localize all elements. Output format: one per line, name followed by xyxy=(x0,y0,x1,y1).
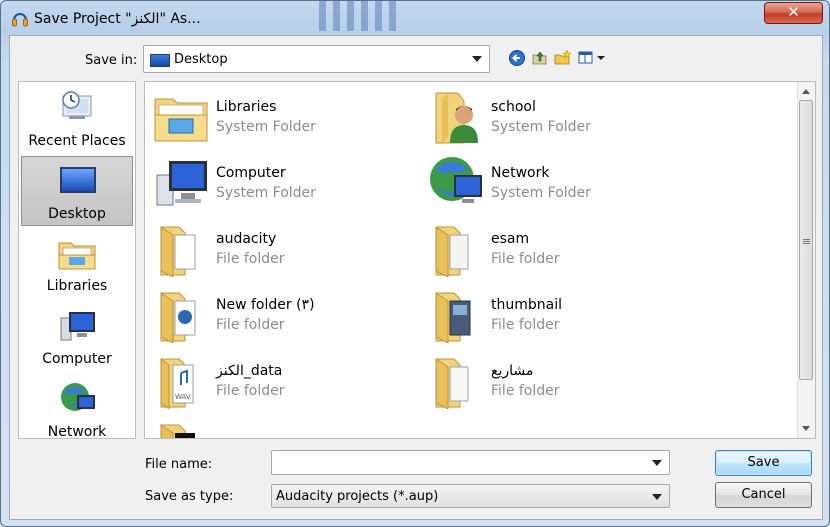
file-item[interactable]: audacity File folder xyxy=(147,218,417,278)
computer-icon xyxy=(156,161,207,206)
file-name: esam xyxy=(491,231,530,247)
folder-icon xyxy=(435,292,471,343)
place-computer[interactable]: Computer xyxy=(21,302,133,372)
file-name: audacity xyxy=(216,231,277,247)
back-icon[interactable] xyxy=(508,49,526,67)
file-name-label: File name: xyxy=(145,457,213,472)
folder-icon xyxy=(160,292,196,343)
file-name-combo[interactable] xyxy=(271,450,670,475)
file-name: school xyxy=(491,99,536,115)
computer-icon xyxy=(60,312,95,341)
file-item[interactable]: Libraries System Folder xyxy=(147,86,417,146)
file-name: Libraries xyxy=(216,99,277,115)
save-in-value: Desktop xyxy=(174,52,228,67)
file-type: File folder xyxy=(216,383,285,399)
libraries-icon xyxy=(58,242,96,270)
file-type: File folder xyxy=(491,251,560,267)
vertical-scrollbar[interactable] xyxy=(797,82,815,438)
file-name: thumbnail xyxy=(491,297,562,313)
file-type: File folder xyxy=(491,317,560,333)
chevron-down-icon xyxy=(472,56,482,62)
view-menu-icon[interactable] xyxy=(578,49,608,67)
file-item[interactable]: Network System Folder xyxy=(422,152,692,212)
save-button[interactable]: Save xyxy=(715,450,812,476)
file-item[interactable]: New folder (٣) File folder xyxy=(147,284,417,344)
wav-folder-icon: WAV xyxy=(160,358,194,409)
file-type: System Folder xyxy=(491,185,591,201)
file-name: Computer xyxy=(216,165,286,181)
up-folder-icon[interactable] xyxy=(531,49,549,67)
scroll-up-icon[interactable] xyxy=(802,89,810,94)
file-name-input[interactable] xyxy=(274,452,648,474)
file-type: File folder xyxy=(216,251,285,267)
file-item[interactable]: esam File folder xyxy=(422,218,692,278)
file-type: System Folder xyxy=(491,119,591,135)
file-list[interactable]: Libraries System Folder school System Fo… xyxy=(144,81,816,439)
desktop-icon xyxy=(60,167,96,193)
scroll-down-icon[interactable] xyxy=(802,426,810,431)
save-as-type-label: Save as type: xyxy=(145,489,234,504)
desktop-small-icon xyxy=(150,54,170,67)
scrollbar-thumb[interactable] xyxy=(799,100,813,380)
network-globe-icon xyxy=(430,157,482,203)
audacity-headphones-icon xyxy=(12,13,28,27)
file-type: File folder xyxy=(216,317,285,333)
folder-icon xyxy=(160,226,196,277)
place-label: Network xyxy=(47,424,107,440)
file-item[interactable]: Computer System Folder xyxy=(147,152,417,212)
file-name: New folder (٣) xyxy=(216,297,315,313)
place-network[interactable]: Network xyxy=(21,375,133,445)
folder-icon xyxy=(160,424,195,438)
place-label: Computer xyxy=(42,351,112,367)
file-item[interactable]: مشاريع File folder xyxy=(422,350,692,410)
chevron-down-icon xyxy=(652,494,662,500)
dialog-body: Save in: Desktop Recent Places Desktop L… xyxy=(9,35,823,520)
svg-text:WAV: WAV xyxy=(175,393,191,401)
folder-icon xyxy=(435,226,469,277)
place-label: Libraries xyxy=(46,278,108,294)
file-name: مشاريع xyxy=(491,363,534,379)
close-icon: ✕ xyxy=(787,3,800,21)
grip-icon xyxy=(803,239,810,240)
libraries-folder-icon xyxy=(154,98,208,142)
recent-places-icon xyxy=(62,91,92,119)
file-item[interactable]: WAV الكنز_data File folder xyxy=(147,350,417,410)
title-bar-decoration xyxy=(319,1,399,31)
window-title: Save Project "الكنز" As... xyxy=(34,11,201,27)
file-item[interactable]: thumbnail File folder xyxy=(422,284,692,344)
file-item[interactable]: school System Folder xyxy=(422,86,692,146)
new-folder-icon[interactable] xyxy=(554,49,572,67)
chevron-down-icon[interactable] xyxy=(652,460,662,466)
place-desktop[interactable]: Desktop xyxy=(21,156,133,226)
folder-icon xyxy=(435,358,469,409)
cancel-button[interactable]: Cancel xyxy=(715,482,812,508)
file-type: System Folder xyxy=(216,185,316,201)
places-bar: Recent Places Desktop Libraries Computer… xyxy=(18,81,136,440)
save-dialog-window: Save Project "الكنز" As... ✕ Save in: De… xyxy=(0,0,830,527)
file-name: Network xyxy=(491,165,550,181)
file-item-partial[interactable] xyxy=(147,416,417,438)
place-label: Desktop xyxy=(48,206,106,222)
file-type: File folder xyxy=(491,383,560,399)
save-as-type-value: Audacity projects (*.aup) xyxy=(276,489,439,504)
file-type: System Folder xyxy=(216,119,316,135)
save-as-type-dropdown[interactable]: Audacity projects (*.aup) xyxy=(271,484,670,508)
place-recent-places[interactable]: Recent Places xyxy=(21,84,133,154)
close-button[interactable]: ✕ xyxy=(764,2,823,24)
save-in-dropdown[interactable]: Desktop xyxy=(143,45,490,73)
user-folder-icon xyxy=(435,92,478,144)
place-libraries[interactable]: Libraries xyxy=(21,229,133,299)
network-icon xyxy=(61,383,95,411)
file-name: الكنز_data xyxy=(216,363,283,379)
place-label: Recent Places xyxy=(28,133,126,149)
title-bar[interactable]: Save Project "الكنز" As... ✕ xyxy=(1,1,829,35)
save-in-label: Save in: xyxy=(85,53,138,68)
